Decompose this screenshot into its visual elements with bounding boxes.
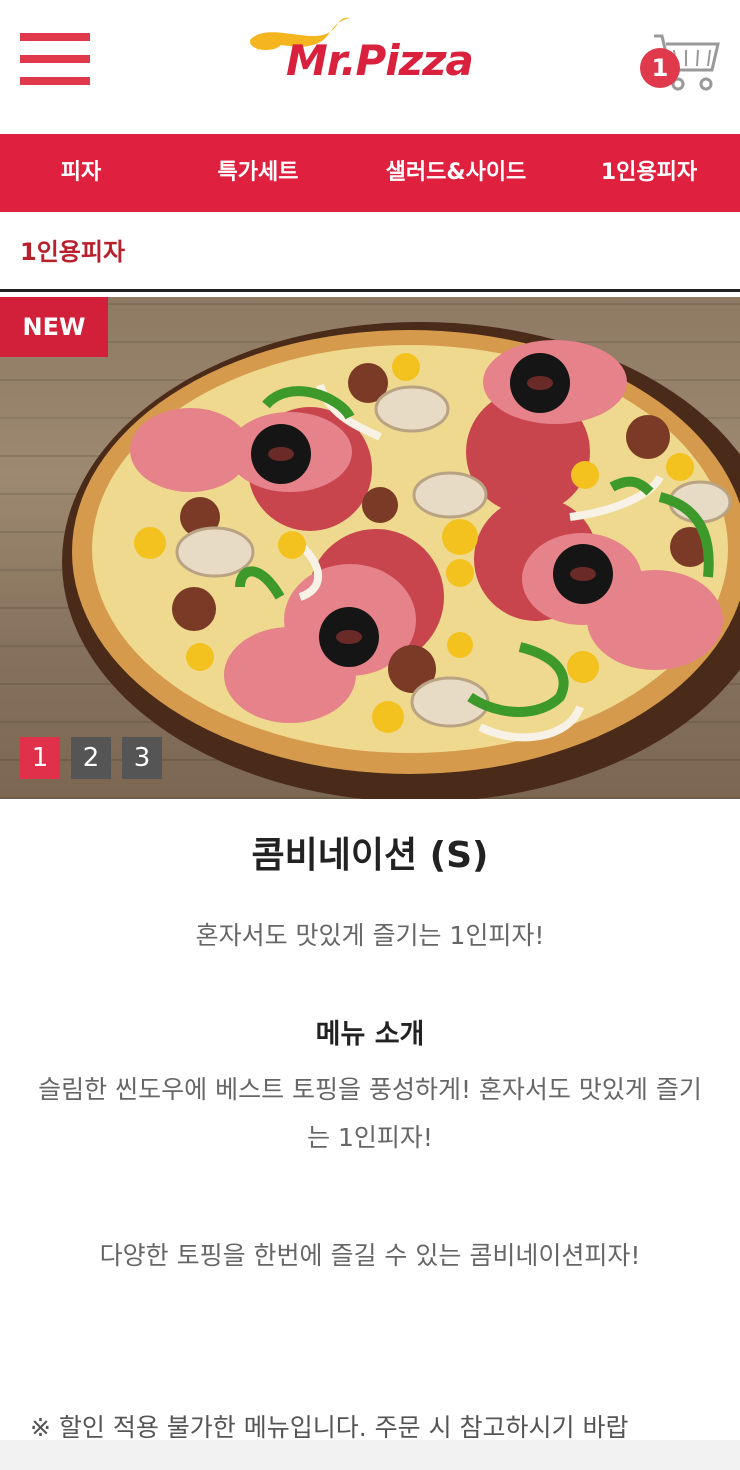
logo-text: Mr.Pizza [286, 36, 474, 85]
bottom-bar [0, 1440, 740, 1470]
mr-pizza-logo[interactable]: Mr.Pizza [246, 12, 496, 92]
carousel-page-1[interactable]: 1 [20, 737, 60, 779]
menu-intro-body: 슬림한 씬도우에 베스트 토핑을 풍성하게! 혼자서도 맛있게 즐기는 1인피자… [38, 1075, 702, 1152]
tab-single-pizza[interactable]: 1인용피자 [558, 134, 740, 212]
hamburger-menu-icon[interactable] [20, 33, 90, 85]
product-image-carousel[interactable]: NEW 1 2 3 [0, 297, 740, 799]
carousel-pager: 1 2 3 [20, 737, 162, 779]
discount-notice: ※ 할인 적용 불가한 메뉴입니다. 주문 시 참고하시기 바랍 [30, 1413, 629, 1442]
breadcrumb: 1인용피자 [20, 238, 126, 266]
product-title: 콤비네이션 (S) [251, 835, 489, 876]
tab-salad-side[interactable]: 샐러드&사이드 [354, 134, 558, 212]
carousel-page-2[interactable]: 2 [71, 737, 111, 779]
menu-intro-heading: 메뉴 소개 [315, 1019, 425, 1050]
cart-count-badge: 1 [640, 48, 680, 88]
carousel-page-3[interactable]: 3 [122, 737, 162, 779]
menu-intro-extra: 다양한 토핑을 한번에 즐길 수 있는 콤비네이션피자! [99, 1241, 641, 1270]
app-header: Mr.Pizza 1 [0, 0, 740, 134]
category-nav: 피자 특가세트 샐러드&사이드 1인용피자 [0, 134, 740, 212]
divider [0, 289, 740, 292]
tab-pizza[interactable]: 피자 [0, 134, 162, 212]
shopping-cart-button[interactable]: 1 [640, 30, 724, 94]
product-tagline: 혼자서도 맛있게 즐기는 1인피자! [195, 921, 545, 950]
tab-special-set[interactable]: 특가세트 [162, 134, 354, 212]
pizza-image [62, 322, 740, 799]
new-badge: NEW [0, 297, 108, 357]
